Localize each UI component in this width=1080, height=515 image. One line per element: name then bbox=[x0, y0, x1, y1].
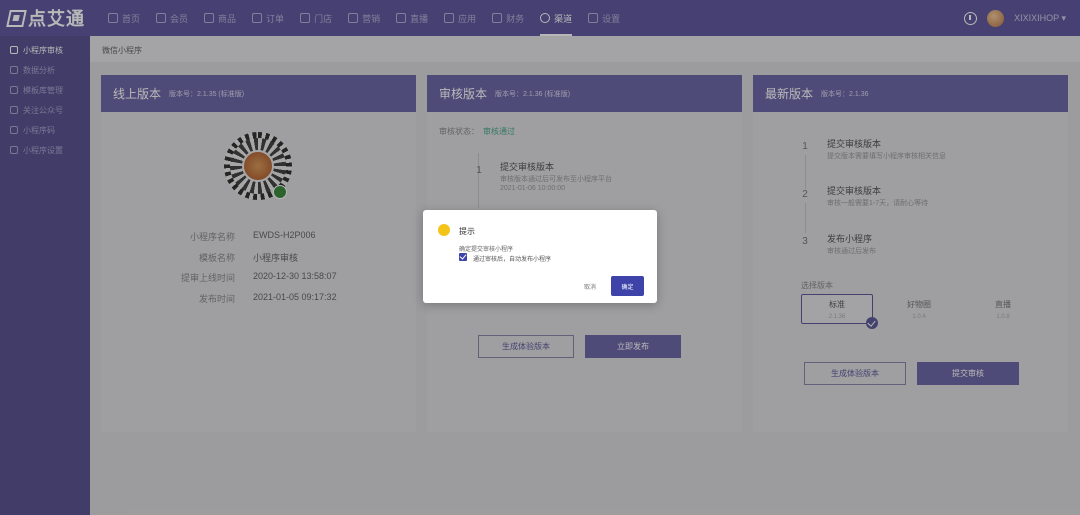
auto-publish-label[interactable]: 通过审核后，自动发布小程序 bbox=[473, 254, 551, 263]
confirm-button[interactable]: 确定 bbox=[611, 276, 644, 296]
auto-publish-checkbox[interactable] bbox=[459, 253, 467, 261]
dialog-message: 确定提交审核小程序 bbox=[459, 247, 514, 253]
warning-icon bbox=[438, 224, 450, 236]
dialog-title: 提示 bbox=[459, 227, 475, 236]
cancel-button[interactable]: 取消 bbox=[575, 276, 605, 296]
